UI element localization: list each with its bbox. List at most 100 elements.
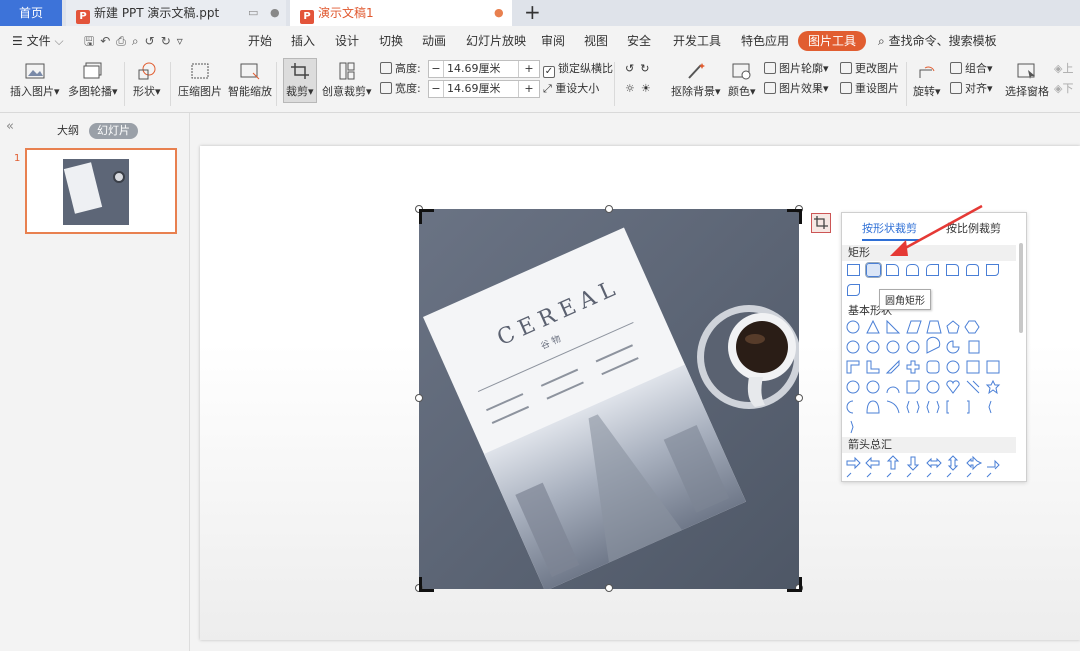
menu-transition[interactable]: 切换 <box>379 26 403 56</box>
shape-button[interactable]: 形状▾ <box>133 62 161 99</box>
redo-icon[interactable]: ↻ <box>161 34 177 48</box>
menu-start[interactable]: 开始 <box>248 26 272 56</box>
crop-icon <box>814 216 828 229</box>
shape-round-diagonal-alt-icon[interactable] <box>847 284 860 296</box>
change-picture-label: 更改图片 <box>855 62 899 75</box>
crop-corner-bottom-left[interactable] <box>419 577 434 592</box>
menu-design[interactable]: 设计 <box>335 26 359 56</box>
print-icon[interactable]: ⎙ <box>116 34 132 48</box>
width-input[interactable]: − 14.69厘米 + <box>428 80 540 98</box>
search-command[interactable]: ⌕ 查找命令、搜索模板 <box>878 26 997 56</box>
lock-ratio-checkbox[interactable]: ✓ 锁定纵横比 <box>543 61 613 78</box>
send-backward-button[interactable]: ◈下 <box>1054 81 1073 97</box>
creative-crop-button[interactable]: 创意裁剪▾ <box>322 62 372 99</box>
collapse-panel-icon[interactable]: « <box>6 119 14 134</box>
tooltip-rounded-rectangle: 圆角矩形 <box>879 289 931 310</box>
menu-security[interactable]: 安全 <box>627 26 651 56</box>
height-field-label: 高度: <box>380 61 421 77</box>
resize-handle-left[interactable] <box>415 394 423 402</box>
group-icon <box>950 62 962 74</box>
floating-crop-button[interactable] <box>811 213 831 233</box>
bring-forward-button[interactable]: ◈上 <box>1054 61 1073 77</box>
reset-picture-button[interactable]: 重设图片 <box>840 81 899 97</box>
tab-document-active[interactable]: P 演示文稿1 ● <box>290 0 512 26</box>
file-menu-label: 文件 <box>26 34 51 48</box>
new-tab-plus-icon[interactable]: + <box>524 0 541 24</box>
save-icon[interactable]: 🖫 <box>84 34 100 48</box>
undo-history-icon[interactable]: ↶ <box>100 34 116 48</box>
rotate-left-icon[interactable]: ↺ <box>625 62 640 75</box>
undo-icon[interactable]: ↺ <box>145 34 161 48</box>
unsaved-dot-icon[interactable]: ● <box>494 0 504 26</box>
menu-review[interactable]: 审阅 <box>541 26 565 56</box>
height-decrement-button[interactable]: − <box>429 61 444 77</box>
smart-zoom-button[interactable]: 智能缩放 <box>228 62 272 99</box>
width-decrement-button[interactable]: − <box>429 81 444 97</box>
menu-insert[interactable]: 插入 <box>291 26 315 56</box>
menu-picture-tools[interactable]: 图片工具 <box>798 31 867 51</box>
selected-picture[interactable]: CEREAL 谷 物 <box>419 209 799 589</box>
multi-outline-button[interactable]: 多图轮播▾ <box>68 62 118 99</box>
menu-slideshow[interactable]: 幻灯片放映 <box>466 26 526 56</box>
monitor-icon[interactable]: ▭ <box>248 0 258 26</box>
preview-icon[interactable]: ⌕ <box>132 34 145 48</box>
rotate-right-icon[interactable]: ↻ <box>640 62 655 75</box>
insert-picture-button[interactable]: 插入图片▾ <box>10 62 60 99</box>
file-menu[interactable]: ☰ 文件 ⌵ <box>12 26 64 56</box>
menu-special[interactable]: 特色应用 <box>741 26 789 56</box>
selection-pane-button[interactable]: 选择窗格 <box>1005 62 1049 99</box>
picture-effect-button[interactable]: 图片效果▾ <box>764 81 829 97</box>
tab-dot-icon[interactable]: ● <box>270 0 280 26</box>
customize-chevron-icon[interactable]: ▿ <box>177 34 189 48</box>
compress-icon <box>191 63 209 79</box>
brightness-down-icon[interactable]: ☀ <box>641 82 657 95</box>
crop-corner-top-left[interactable] <box>419 209 434 224</box>
reset-size-icon: ⤢ <box>543 82 552 95</box>
crop-label: 裁剪 <box>286 85 308 98</box>
tab-document-ppt-label: 新建 PPT 演示文稿.ppt <box>94 6 220 20</box>
ribbon-divider <box>614 62 615 106</box>
dropdown-scrollbar[interactable] <box>1019 243 1023 333</box>
slide-thumbnail[interactable] <box>25 148 177 234</box>
compress-picture-button[interactable]: 压缩图片 <box>178 62 222 99</box>
height-increment-button[interactable]: + <box>518 61 539 77</box>
width-increment-button[interactable]: + <box>518 81 539 97</box>
menu-animation[interactable]: 动画 <box>422 26 446 56</box>
group-button[interactable]: 组合▾ <box>950 61 993 77</box>
brightness-up-icon[interactable]: ☼ <box>625 82 641 95</box>
creative-crop-icon <box>339 62 355 80</box>
multi-picture-icon <box>83 62 102 79</box>
tab-outline[interactable]: 大纲 <box>57 123 79 139</box>
crop-corner-top-right[interactable] <box>787 209 802 224</box>
menu-view[interactable]: 视图 <box>584 26 608 56</box>
rotate-button[interactable]: 旋转▾ <box>913 62 941 99</box>
color-button[interactable]: 颜色▾ <box>728 62 756 99</box>
chevron-down-icon: ⌵ <box>54 34 64 48</box>
resize-handle-bottom[interactable] <box>605 584 613 592</box>
crop-button[interactable]: 裁剪▾ <box>283 58 317 103</box>
reset-size-button[interactable]: ⤢ 重设大小 <box>543 81 599 97</box>
menu-developer[interactable]: 开发工具 <box>673 26 721 56</box>
reset-size-label: 重设大小 <box>555 82 600 95</box>
resize-handle-right[interactable] <box>795 394 803 402</box>
tab-slides[interactable]: 幻灯片 <box>89 123 138 139</box>
remove-background-button[interactable]: 抠除背景▾ <box>671 62 721 99</box>
height-input[interactable]: − 14.69厘米 + <box>428 60 540 78</box>
crop-icon <box>290 63 309 79</box>
tab-bar: 首页 P 新建 PPT 演示文稿.ppt ▭ ● P 演示文稿1 ● + <box>0 0 1080 26</box>
resize-handle-top[interactable] <box>605 205 613 213</box>
picture-outline-button[interactable]: 图片轮廓▾ <box>764 61 829 77</box>
align-button[interactable]: 对齐▾ <box>950 81 993 97</box>
shape-rounded-rectangle-icon[interactable] <box>865 262 882 278</box>
creative-crop-label: 创意裁剪 <box>322 85 366 98</box>
remove-background-label: 抠除背景 <box>671 85 715 98</box>
brightness-buttons: ☼☀ <box>625 81 657 97</box>
change-picture-button[interactable]: 更改图片 <box>840 61 899 77</box>
crop-corner-bottom-right[interactable] <box>787 577 802 592</box>
tab-home[interactable]: 首页 <box>0 0 62 26</box>
compress-picture-label: 压缩图片 <box>178 85 222 98</box>
tab-document-ppt[interactable]: P 新建 PPT 演示文稿.ppt ▭ ● <box>66 0 286 26</box>
picture-icon <box>25 63 45 79</box>
search-icon: ⌕ <box>878 34 885 48</box>
shape-rectangle-icon[interactable] <box>847 264 860 276</box>
